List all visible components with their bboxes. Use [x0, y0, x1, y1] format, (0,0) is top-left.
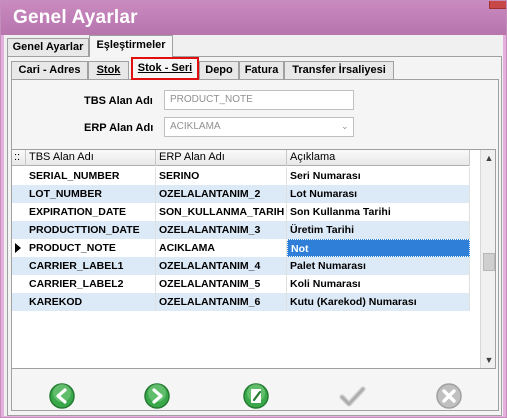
next-button[interactable]	[142, 381, 172, 411]
cell-aciklama: Palet Numarası	[287, 257, 470, 275]
arrow-left-icon	[49, 383, 75, 409]
table-row-selected[interactable]: PRODUCT_NOTE ACIKLAMA Not	[12, 239, 470, 257]
chevron-down-icon[interactable]: ⌄	[341, 122, 349, 131]
cell-erp: OZELALANTANIM_6	[156, 293, 287, 311]
window-title: Genel Ayarlar	[13, 7, 138, 28]
scroll-down-icon[interactable]: ▼	[484, 355, 494, 365]
cell-aciklama: Son Kullanma Tarihi	[287, 203, 470, 221]
cell-tbs: SERIAL_NUMBER	[26, 167, 156, 185]
table-row[interactable]: PRODUCTTION_DATE OZELALANTANIM_3 Üretim …	[12, 221, 470, 239]
tbs-field[interactable]: PRODUCT_NOTE	[164, 90, 354, 110]
tab-transfer-irsaliyesi[interactable]: Transfer İrsaliyesi	[284, 61, 394, 79]
cell-aciklama: Lot Numarası	[287, 185, 470, 203]
tab-stok[interactable]: Stok	[88, 61, 129, 79]
vertical-scrollbar[interactable]: ▲ ▼	[480, 150, 495, 368]
cell-tbs: CARRIER_LABEL1	[26, 257, 156, 275]
cell-erp: SON_KULLANMA_TARIH	[156, 203, 287, 221]
arrow-right-icon	[144, 383, 170, 409]
tab-label: Genel Ayarlar	[12, 41, 84, 53]
cell-tbs: EXPIRATION_DATE	[26, 203, 156, 221]
row-indicator-icon	[15, 243, 21, 253]
tab-genel-ayarlar[interactable]: Genel Ayarlar	[7, 38, 89, 56]
tab-label: Cari - Adres	[18, 64, 81, 76]
column-header-aciklama[interactable]: Açıklama	[287, 150, 470, 166]
cancel-icon	[436, 383, 462, 409]
tbs-label: TBS Alan Adı	[84, 95, 153, 107]
mapping-grid[interactable]: :: TBS Alan Adı ERP Alan Adı Açıklama SE…	[11, 149, 496, 369]
grid-header: :: TBS Alan Adı ERP Alan Adı Açıklama	[12, 150, 470, 166]
cell-aciklama: Üretim Tarihi	[287, 221, 470, 239]
cell-aciklama: Seri Numarası	[287, 167, 470, 185]
checkmark-icon	[339, 386, 366, 407]
tab-cari-adres[interactable]: Cari - Adres	[11, 61, 88, 79]
table-row[interactable]: KAREKOD OZELALANTANIM_6 Kutu (Karekod) N…	[12, 293, 470, 311]
cell-erp: OZELALANTANIM_5	[156, 275, 287, 293]
cell-tbs: PRODUCTTION_DATE	[26, 221, 156, 239]
edit-button[interactable]	[241, 381, 271, 411]
table-row[interactable]: SERIAL_NUMBER SERINO Seri Numarası	[12, 167, 470, 185]
cell-erp: ACIKLAMA	[156, 239, 287, 257]
tab-label: Transfer İrsaliyesi	[292, 64, 386, 76]
tab-label: Fatura	[244, 64, 279, 76]
tab-eslestirmeler[interactable]: Eşleştirmeler	[89, 35, 173, 57]
cell-tbs: PRODUCT_NOTE	[26, 239, 156, 257]
table-row[interactable]: EXPIRATION_DATE SON_KULLANMA_TARIH Son K…	[12, 203, 470, 221]
tab-label: Eşleştirmeler	[96, 39, 166, 51]
cell-erp: OZELALANTANIM_4	[156, 257, 287, 275]
scroll-thumb[interactable]	[483, 253, 495, 271]
highlight-frame	[131, 57, 199, 80]
cell-tbs: LOT_NUMBER	[26, 185, 156, 203]
cell-aciklama: Kutu (Karekod) Numarası	[287, 293, 470, 311]
tab-label: Stok	[96, 64, 121, 76]
column-header-erp[interactable]: ERP Alan Adı	[156, 150, 287, 166]
cell-tbs: CARRIER_LABEL2	[26, 275, 156, 293]
table-row[interactable]: LOT_NUMBER OZELALANTANIM_2 Lot Numarası	[12, 185, 470, 203]
column-header-tbs[interactable]: TBS Alan Adı	[26, 150, 156, 166]
tab-fatura[interactable]: Fatura	[239, 61, 284, 79]
cell-erp: SERINO	[156, 167, 287, 185]
cancel-button[interactable]	[434, 381, 464, 411]
cell-aciklama-selected[interactable]: Not	[287, 239, 470, 257]
confirm-button[interactable]	[337, 381, 367, 411]
tbs-field-value: PRODUCT_NOTE	[170, 94, 253, 105]
title-bar[interactable]: Genel Ayarlar	[1, 1, 506, 35]
cell-aciklama: Koli Numarası	[287, 275, 470, 293]
cell-erp: OZELALANTANIM_2	[156, 185, 287, 203]
cell-erp: OZELALANTANIM_3	[156, 221, 287, 239]
table-row[interactable]: CARRIER_LABEL2 OZELALANTANIM_5 Koli Numa…	[12, 275, 470, 293]
edit-icon	[243, 383, 269, 409]
close-button[interactable]	[489, 1, 506, 9]
erp-combo-value: ACIKLAMA	[170, 121, 221, 132]
erp-combo[interactable]: ACIKLAMA ⌄	[164, 117, 354, 137]
previous-button[interactable]	[47, 381, 77, 411]
tab-depo[interactable]: Depo	[199, 61, 239, 79]
settings-window: Genel Ayarlar Genel Ayarlar Eşleştirmele…	[0, 0, 507, 418]
tab-label: Depo	[205, 64, 233, 76]
table-row[interactable]: CARRIER_LABEL1 OZELALANTANIM_4 Palet Num…	[12, 257, 470, 275]
erp-label: ERP Alan Adı	[84, 122, 154, 134]
cell-tbs: KAREKOD	[26, 293, 156, 311]
grid-corner: ::	[12, 150, 26, 166]
scroll-up-icon[interactable]: ▲	[484, 153, 494, 163]
